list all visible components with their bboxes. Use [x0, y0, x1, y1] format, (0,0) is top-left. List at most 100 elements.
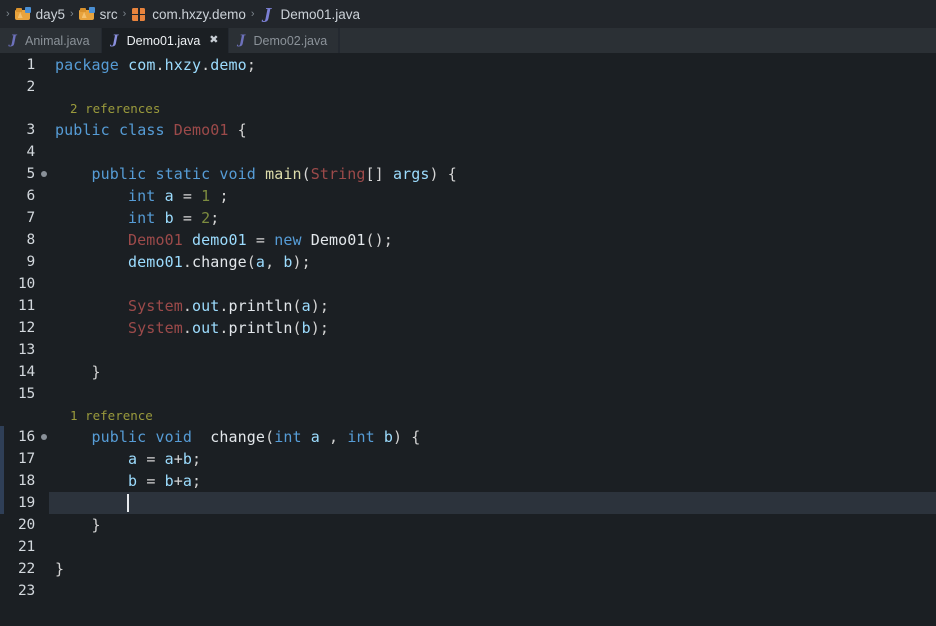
line-number: 15: [17, 386, 35, 402]
java-file-icon: J: [112, 32, 119, 48]
editor-tab-label: Demo01.java: [126, 33, 201, 48]
code-line-text: int b = 2;: [128, 209, 220, 227]
editor-tab-animal-java[interactable]: J Animal.java: [0, 28, 102, 53]
line-number: 17: [17, 451, 35, 467]
line-number: 20: [17, 517, 35, 533]
code-editor[interactable]: 1 package com.hxzy.demo; 2 2 references 3 pu…: [0, 54, 936, 626]
run-marker-dot: [40, 171, 47, 177]
code-line-row[interactable]: 12 System.out.println(b);: [0, 317, 936, 339]
code-line-row[interactable]: 11 System.out.println(a);: [0, 295, 936, 317]
line-number: 14: [17, 364, 35, 380]
code-line-text: public static void main(String[] args) {: [91, 165, 457, 183]
codelens-reference-count[interactable]: 1 reference: [49, 408, 153, 423]
code-line-row[interactable]: 2: [0, 76, 936, 98]
breadcrumb-separator: ›: [69, 7, 74, 20]
run-marker-dot: [40, 434, 47, 440]
breadcrumb: › day5 › src › com.hxzy.demo › J Demo01.java: [0, 0, 936, 28]
code-line-row[interactable]: 14 }: [0, 361, 936, 383]
breadcrumb-item-label: src: [99, 6, 118, 22]
breadcrumb-item-label: com.hxzy.demo: [152, 6, 246, 22]
editor-tab-bar: J Animal.java J Demo01.java ✖ J Demo02.java: [0, 28, 936, 54]
line-number: 16: [17, 429, 35, 445]
code-line-row[interactable]: 3 public class Demo01 {: [0, 119, 936, 141]
package-icon: [131, 6, 147, 22]
line-number: 6: [26, 188, 35, 204]
folder-icon: [14, 6, 31, 22]
code-line-text: }: [91, 516, 101, 534]
line-number: 2: [26, 79, 35, 95]
code-line-row[interactable]: 17 a = a+b;: [0, 448, 936, 470]
codelens-row: 2 references: [0, 98, 936, 119]
code-line-row[interactable]: 16 public void change(int a , int b) {: [0, 426, 936, 448]
code-line-text: int a = 1 ;: [128, 187, 229, 205]
run-marker-icon[interactable]: [38, 434, 49, 440]
code-line-row[interactable]: 19: [0, 492, 936, 514]
codelens-reference-count[interactable]: 2 references: [49, 101, 160, 116]
code-line-row[interactable]: 10: [0, 273, 936, 295]
code-line-row[interactable]: 23: [0, 580, 936, 602]
breadcrumb-item-com-hxzy-demo[interactable]: com.hxzy.demo: [131, 0, 247, 28]
code-line-row[interactable]: 4: [0, 141, 936, 163]
code-line-text: System.out.println(b);: [128, 319, 329, 337]
breadcrumb-item-demo01-java[interactable]: J Demo01.java: [260, 0, 362, 28]
java-file-icon: J: [10, 32, 17, 48]
text-caret: [127, 494, 129, 512]
line-number: 5: [26, 166, 35, 182]
code-line-row[interactable]: 1 package com.hxzy.demo;: [0, 54, 936, 76]
run-marker-icon[interactable]: [38, 171, 49, 177]
line-number: 10: [17, 276, 35, 292]
code-line-text: public void change(int a , int b) {: [91, 428, 421, 446]
code-line-row[interactable]: 9 demo01.change(a, b);: [0, 251, 936, 273]
line-number: 7: [26, 210, 35, 226]
code-line-row[interactable]: 21: [0, 536, 936, 558]
breadcrumb-separator: ›: [122, 7, 127, 20]
code-line-text: Demo01 demo01 = new Demo01();: [128, 231, 393, 249]
tab-bar-empty-area: [339, 28, 936, 53]
editor-tab-demo01-java[interactable]: J Demo01.java ✖: [101, 28, 229, 53]
line-number: 13: [17, 342, 35, 358]
editor-tab-label: Animal.java: [25, 33, 90, 48]
line-number: 11: [17, 298, 35, 314]
code-line-row[interactable]: 7 int b = 2;: [0, 207, 936, 229]
line-number: 9: [26, 254, 35, 270]
breadcrumb-separator: ›: [6, 7, 10, 20]
code-line-text: }: [55, 560, 65, 578]
code-line-text: b = b+a;: [128, 472, 202, 490]
gutter-edge: [0, 98, 4, 119]
close-icon[interactable]: ✖: [209, 35, 218, 46]
breadcrumb-item-day5[interactable]: day5: [14, 0, 66, 28]
code-line-row[interactable]: 8 Demo01 demo01 = new Demo01();: [0, 229, 936, 251]
java-file-icon: J: [238, 32, 246, 48]
breadcrumb-item-label: Demo01.java: [280, 6, 361, 22]
code-line-text: package com.hxzy.demo;: [55, 56, 256, 74]
line-number: 1: [26, 57, 35, 73]
code-line-row[interactable]: 5 public static void main(String[] args)…: [0, 163, 936, 185]
code-line-row[interactable]: 13: [0, 339, 936, 361]
editor-tab-label: Demo02.java: [253, 33, 328, 48]
line-number: 21: [17, 539, 35, 555]
code-line-text: public class Demo01 {: [55, 121, 247, 139]
line-number: 19: [17, 495, 35, 511]
editor-tab-demo02-java[interactable]: J Demo02.java: [229, 28, 340, 53]
code-lines[interactable]: 1 package com.hxzy.demo; 2 2 references 3 pu…: [0, 54, 936, 602]
code-line-text: System.out.println(a);: [128, 297, 329, 315]
code-line-row[interactable]: 6 int a = 1 ;: [0, 185, 936, 207]
line-number: 23: [17, 583, 35, 599]
breadcrumb-item-label: day5: [35, 6, 65, 22]
code-line-row[interactable]: 15: [0, 383, 936, 405]
breadcrumb-separator: ›: [250, 7, 255, 20]
line-number: 12: [17, 320, 35, 336]
code-line-row[interactable]: 18 b = b+a;: [0, 470, 936, 492]
gutter-edge: [0, 405, 4, 426]
line-number: 18: [17, 473, 35, 489]
code-line-text: a = a+b;: [128, 450, 202, 468]
folder-icon: [78, 6, 95, 22]
code-line-text: }: [91, 363, 101, 381]
line-number: 3: [26, 122, 35, 138]
line-number: 22: [17, 561, 35, 577]
line-number: 4: [26, 144, 35, 160]
line-number: 8: [26, 232, 35, 248]
code-line-row[interactable]: 22}: [0, 558, 936, 580]
breadcrumb-item-src[interactable]: src: [78, 0, 119, 28]
code-line-row[interactable]: 20 }: [0, 514, 936, 536]
